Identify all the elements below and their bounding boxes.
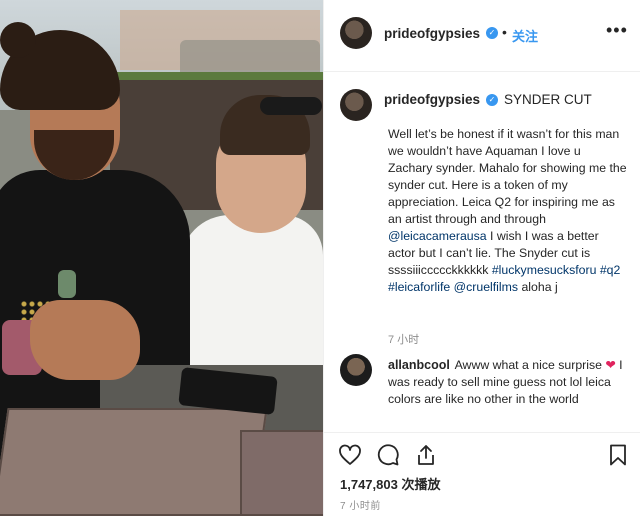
caption-timestamp[interactable]: 7 小时 [388,331,419,347]
comment-text: Awww what a nice surprise [454,358,606,372]
verified-badge-icon: ✓ [486,27,498,39]
bookmark-icon[interactable] [606,443,630,467]
post-photo[interactable] [0,0,323,516]
hashtag-link[interactable]: #q2 [600,263,621,277]
photo-menu-folder-2 [240,430,323,516]
caption-avatar[interactable] [340,89,372,121]
mention-link[interactable]: @cruelfilms [454,280,518,294]
commenter-username[interactable]: allanbcool [388,358,450,372]
verified-badge-icon: ✓ [486,94,498,106]
post-date: 7 小时前 [340,501,381,512]
header-separator: • [502,24,507,40]
action-bar [324,432,640,472]
photo-menu-folder [0,408,268,516]
comment-icon[interactable] [376,443,400,467]
caption-username[interactable]: prideofgypsies [384,92,480,107]
comment: allanbcool Awww what a nice surprise ❤ I… [388,357,634,408]
mention-link[interactable]: @leicacamerausa [388,229,487,243]
caption-title: SYNDER CUT [504,92,592,107]
author-username[interactable]: prideofgypsies [384,26,480,41]
heart-icon[interactable] [338,443,362,467]
more-options-icon[interactable]: ••• [606,20,628,41]
caption-text-part: aloha j [518,280,558,294]
caption-text: Well let’s be honest if it wasn’t for th… [388,126,628,296]
post-panel: prideofgypsies ✓ • 关注 ••• prideofgypsies… [323,0,640,516]
photo-hair-bun [0,22,36,58]
photo-pendant [58,270,76,298]
follow-button[interactable]: 关注 [512,26,538,45]
author-avatar[interactable] [340,17,372,49]
caption-text-part: Well let’s be honest if it wasn’t for th… [388,127,627,226]
photo-sunglasses [260,97,322,115]
commenter-avatar[interactable] [340,354,372,386]
post-header: prideofgypsies ✓ • 关注 ••• [324,0,640,72]
hashtag-link[interactable]: #leicaforlife [388,280,450,294]
heart-emoji: ❤ [605,358,616,372]
view-count[interactable]: 1,747,803 次播放 [340,474,440,493]
photo-hand [30,300,140,380]
hashtag-link[interactable]: #luckymesucksforu [492,263,597,277]
share-icon[interactable] [414,443,438,467]
